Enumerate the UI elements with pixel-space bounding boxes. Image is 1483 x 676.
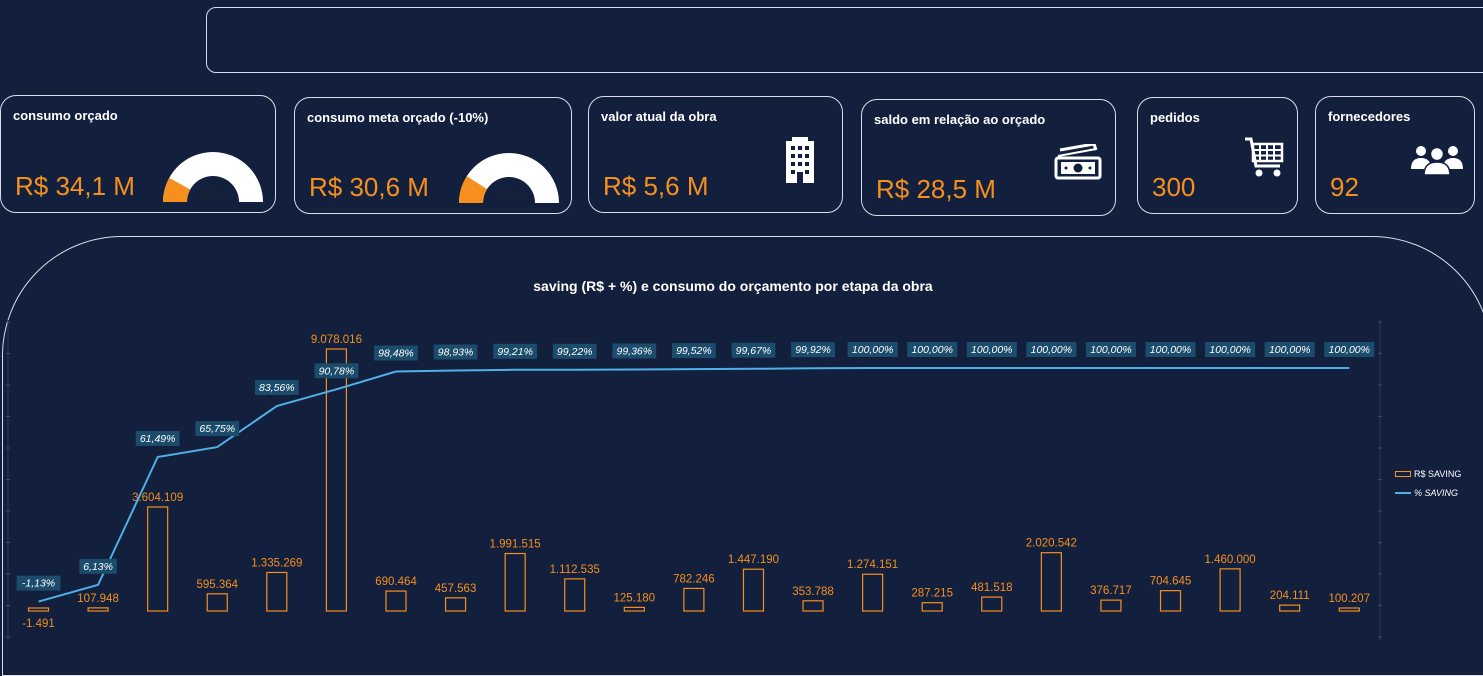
percent-label: -1,13% (22, 578, 55, 590)
bar-value-label: 353.788 (792, 586, 834, 598)
bar-value-label: 1.991.515 (490, 539, 541, 551)
bar-saving (147, 506, 169, 612)
bar-saving (623, 606, 645, 612)
bar-saving (981, 596, 1003, 612)
bar-value-label: 9.078.016 (311, 334, 362, 346)
bar-value-label: 1.274.151 (847, 559, 898, 571)
percent-label: 99,21% (497, 346, 533, 358)
bar-value-label: 125.180 (614, 592, 656, 604)
percent-label: 83,56% (259, 382, 295, 394)
bar-value-label: 1.112.535 (550, 564, 600, 576)
bar-saving (1159, 590, 1182, 612)
bar-value-label: 2.020.542 (1026, 538, 1077, 550)
percent-label: 98,93% (438, 346, 474, 358)
bar-saving (1219, 568, 1241, 612)
saving-chart: -1.491107.9483.604.109595.3641.335.2699.… (6, 320, 1382, 640)
percent-label: 6,13% (83, 561, 113, 573)
bar-saving (87, 607, 109, 612)
percent-label: 99,92% (795, 344, 831, 356)
bar-saving (504, 552, 526, 612)
percent-label: 100,00% (1150, 344, 1191, 356)
percent-label: 90,78% (319, 365, 355, 377)
percent-label: 100,00% (1269, 344, 1310, 356)
percent-label: 99,36% (616, 345, 652, 357)
bar-value-label: 481.518 (971, 582, 1013, 594)
bar-saving (1338, 607, 1360, 612)
bar-value-label: 704.645 (1150, 576, 1192, 588)
percent-label: 99,67% (736, 345, 772, 357)
bar-saving (802, 600, 824, 612)
legend-line-swatch (1395, 491, 1411, 494)
bar-saving (266, 571, 288, 612)
legend-item-bar: R$ SAVING (1395, 464, 1461, 483)
bar-saving (206, 593, 228, 612)
percent-label: 61,49% (140, 433, 176, 445)
bar-value-label: 376.717 (1090, 585, 1132, 597)
bar-saving (1279, 604, 1301, 612)
bar-saving (683, 587, 705, 612)
bar-saving (862, 573, 884, 612)
legend-bar-swatch (1395, 470, 1411, 477)
bar-value-label: 782.246 (673, 573, 715, 585)
bar-saving (921, 602, 943, 612)
chart-legend: R$ SAVING % SAVING (1395, 464, 1461, 502)
bar-value-label: 457.563 (435, 583, 477, 595)
percent-label: 100,00% (1031, 344, 1072, 356)
percent-label: 100,00% (1209, 344, 1250, 356)
line-percent-saving (38, 367, 1350, 603)
percent-label: 100,00% (1090, 344, 1131, 356)
bar-saving (1100, 599, 1122, 612)
bar-saving (444, 597, 467, 612)
bar-saving (27, 607, 50, 612)
bar-value-label: 1.447.190 (728, 554, 779, 566)
bar-value-label: 1.335.269 (251, 557, 302, 569)
percent-label: 98,48% (378, 348, 414, 360)
percent-label: 100,00% (911, 344, 952, 356)
percent-label: 65,75% (199, 423, 235, 435)
bar-value-label: 107.948 (77, 593, 119, 605)
bar-value-label: -1.491 (22, 618, 55, 630)
legend-label-line: % SAVING (1414, 487, 1459, 498)
bar-saving (385, 590, 407, 612)
bar-value-label: 204.111 (1270, 590, 1310, 602)
percent-label: 100,00% (1329, 344, 1370, 356)
percent-label: 99,22% (557, 346, 593, 358)
percent-label: 99,52% (676, 345, 712, 357)
bar-value-label: 595.364 (196, 579, 238, 591)
percent-label: 100,00% (852, 344, 893, 356)
legend-label-bar: R$ SAVING (1414, 468, 1462, 479)
bar-saving (1040, 552, 1062, 612)
bar-saving (564, 578, 586, 612)
bar-value-label: 1.460.000 (1205, 554, 1256, 566)
bar-value-label: 287.215 (911, 588, 953, 600)
percent-label: 100,00% (971, 344, 1012, 356)
bar-value-label: 100.207 (1328, 593, 1370, 605)
bar-saving (742, 568, 765, 612)
legend-item-line: % SAVING (1395, 483, 1461, 502)
bar-value-label: 690.464 (375, 576, 417, 588)
